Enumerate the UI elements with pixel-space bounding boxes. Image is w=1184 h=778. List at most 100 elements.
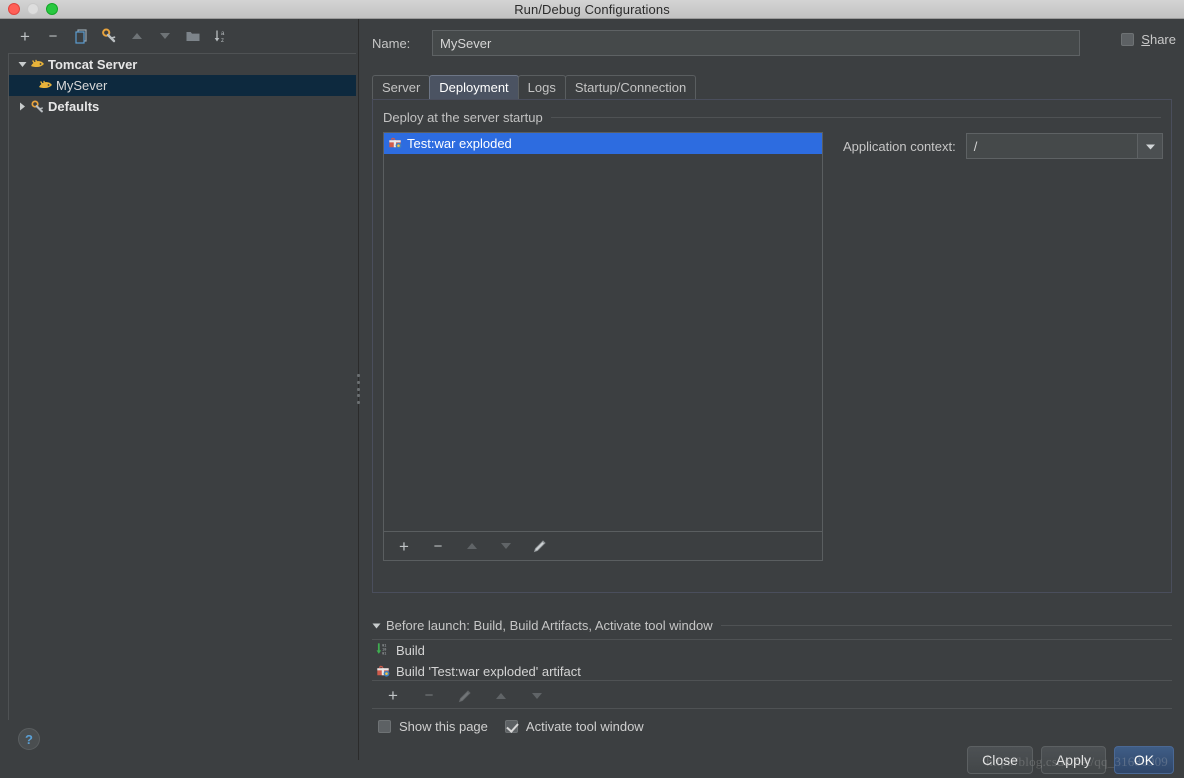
tree-item-mysever[interactable]: MySever [9, 75, 356, 96]
close-button[interactable]: Close [967, 746, 1033, 774]
share-label: Share [1141, 32, 1176, 47]
svg-text:01: 01 [382, 652, 386, 656]
before-launch-title: Before launch: Build, Build Artifacts, A… [386, 618, 721, 633]
arrow-up-icon [465, 539, 479, 553]
deployment-artifacts-list[interactable]: Test:war exploded [383, 132, 823, 532]
tomcat-icon [29, 58, 46, 71]
share-checkbox-group[interactable]: Share [1121, 32, 1176, 47]
copy-configuration-button[interactable] [68, 23, 94, 49]
list-item[interactable]: 01 10 01 Build [372, 640, 1172, 661]
triangle-right-icon[interactable] [15, 102, 29, 111]
sort-az-icon: a z [213, 28, 229, 44]
list-item-label: Build [396, 643, 425, 658]
move-down-button[interactable] [152, 23, 178, 49]
arrow-down-icon [499, 539, 513, 553]
move-up-button[interactable] [124, 23, 150, 49]
tree-item-defaults[interactable]: Defaults [9, 96, 356, 117]
show-this-page-label: Show this page [399, 719, 488, 734]
add-task-button[interactable]: + [380, 683, 406, 709]
edit-defaults-button[interactable] [96, 23, 122, 49]
svg-text:a: a [221, 31, 225, 37]
sort-configurations-button[interactable]: a z [208, 23, 234, 49]
tab-startup-connection[interactable]: Startup/Connection [565, 75, 696, 99]
wrench-icon [101, 28, 117, 44]
share-checkbox[interactable] [1121, 33, 1134, 46]
dialog-button-bar: Close Apply OK [967, 746, 1174, 774]
remove-configuration-button[interactable]: − [40, 23, 66, 49]
activate-tool-window-checkbox[interactable] [505, 720, 518, 733]
minus-icon: − [434, 539, 443, 554]
application-context-value: / [974, 139, 978, 154]
list-item[interactable]: Test:war exploded [384, 133, 822, 154]
before-launch-task-list[interactable]: 01 10 01 Build [372, 639, 1172, 681]
artifact-icon [388, 135, 402, 152]
editor-tabs[interactable]: Server Deployment Logs Startup/Connectio… [372, 75, 695, 99]
move-up-artifact-button[interactable] [459, 533, 485, 559]
add-configuration-button[interactable]: + [12, 23, 38, 49]
tab-deployment[interactable]: Deployment [429, 75, 518, 99]
deploy-group: Deploy at the server startup [377, 104, 1167, 588]
remove-task-button[interactable]: − [416, 683, 442, 709]
minus-icon: − [49, 29, 58, 44]
configurations-tree[interactable]: Tomcat Server MySever [8, 53, 356, 720]
name-input[interactable] [432, 30, 1080, 56]
deployment-tab-panel: Deploy at the server startup [372, 99, 1172, 593]
list-item[interactable]: Build 'Test:war exploded' artifact [372, 661, 1172, 682]
activate-tool-window-option[interactable]: Activate tool window [505, 719, 644, 734]
configurations-toolbar: + − [0, 19, 359, 53]
list-item-label: Build 'Test:war exploded' artifact [396, 664, 581, 679]
help-button[interactable]: ? [18, 728, 40, 750]
remove-artifact-button[interactable]: − [425, 533, 451, 559]
before-launch-separator-line [721, 625, 1172, 626]
configuration-editor: Name: Share Server Deployment Logs Start… [360, 19, 1184, 760]
copy-icon [73, 28, 89, 44]
folder-icon [185, 28, 201, 44]
window-title: Run/Debug Configurations [0, 2, 1184, 17]
deployment-list-toolbar: + − [383, 532, 823, 561]
list-item-label: Test:war exploded [407, 136, 512, 151]
name-row: Name: Share [360, 29, 1184, 57]
svg-text:z: z [221, 38, 224, 44]
deploy-group-title-label: Deploy at the server startup [383, 110, 551, 125]
edit-artifact-button[interactable] [527, 533, 553, 559]
minus-icon: − [425, 688, 434, 703]
deploy-group-title: Deploy at the server startup [383, 110, 1161, 125]
before-launch-header[interactable]: Before launch: Build, Build Artifacts, A… [372, 615, 1172, 635]
window-title-bar: Run/Debug Configurations [0, 0, 1184, 19]
tree-item-label: Defaults [48, 99, 99, 114]
triangle-down-icon[interactable] [15, 60, 29, 69]
question-mark-icon: ? [25, 732, 33, 747]
application-context-label: Application context: [843, 139, 956, 154]
share-label-rest: hare [1150, 32, 1176, 47]
chevron-down-icon[interactable] [1137, 133, 1163, 159]
triangle-down-icon[interactable] [372, 618, 381, 633]
tab-logs[interactable]: Logs [518, 75, 566, 99]
pencil-icon [457, 688, 473, 704]
before-launch-toolbar: + − [372, 683, 1172, 709]
tree-item-tomcat-server[interactable]: Tomcat Server [9, 54, 356, 75]
dialog-body: + − [0, 19, 1184, 778]
before-launch-options: Show this page Activate tool window [378, 719, 652, 734]
move-down-task-button[interactable] [524, 683, 550, 709]
move-down-artifact-button[interactable] [493, 533, 519, 559]
move-up-task-button[interactable] [488, 683, 514, 709]
plus-icon: + [20, 28, 30, 45]
ok-button[interactable]: OK [1114, 746, 1174, 774]
name-label: Name: [372, 36, 432, 51]
edit-task-button[interactable] [452, 683, 478, 709]
wrench-icon [29, 100, 46, 114]
application-context-input[interactable]: / [966, 133, 1163, 159]
share-mnemonic: S [1141, 32, 1150, 47]
configurations-panel: + − [0, 19, 359, 760]
show-this-page-option[interactable]: Show this page [378, 719, 488, 734]
build-icon: 01 10 01 [376, 642, 390, 659]
arrow-up-icon [494, 689, 508, 703]
show-this-page-checkbox[interactable] [378, 720, 391, 733]
add-artifact-button[interactable]: + [391, 533, 417, 559]
tree-item-label: MySever [56, 78, 107, 93]
arrow-down-icon [530, 689, 544, 703]
tab-server[interactable]: Server [372, 75, 430, 99]
apply-button[interactable]: Apply [1041, 746, 1106, 774]
new-folder-button[interactable] [180, 23, 206, 49]
application-context-row: Application context: / [843, 132, 1163, 160]
